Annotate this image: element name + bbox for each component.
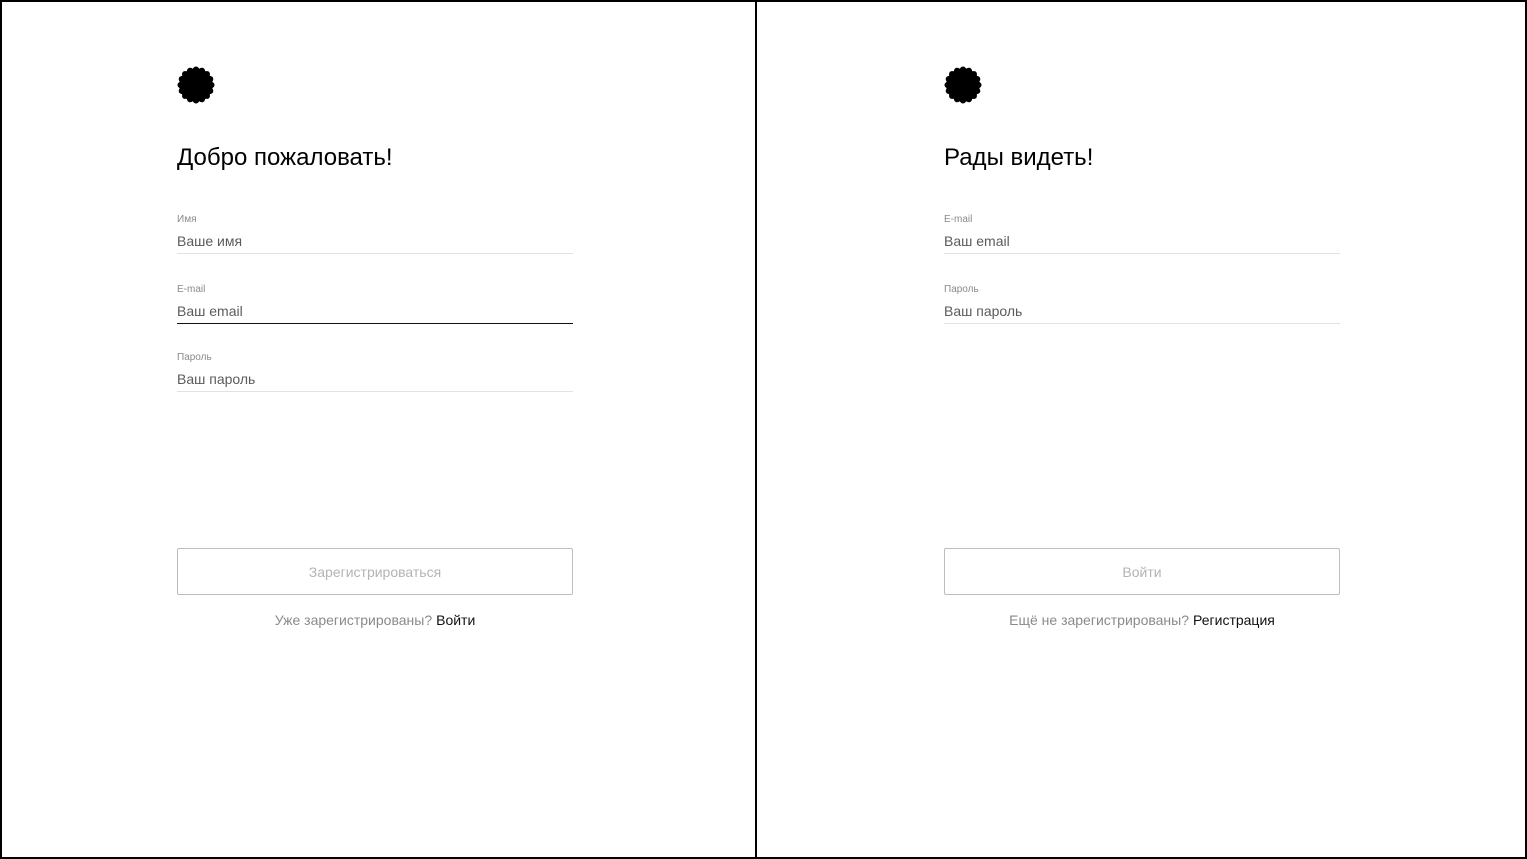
register-prompt-text: Ещё не зарегистрированы? — [1009, 612, 1190, 628]
password-field-label: Пароль — [177, 352, 212, 363]
name-field: Имя — [177, 214, 573, 260]
password-field-label: Пароль — [944, 284, 979, 295]
name-field-label: Имя — [177, 214, 197, 225]
login-prompt: Уже зарегистрированы? Войти — [177, 612, 573, 628]
email-input[interactable] — [944, 228, 1340, 254]
register-panel: Добро пожаловать! Имя E-mail Пароль Заре… — [2, 2, 757, 857]
app-frame: Добро пожаловать! Имя E-mail Пароль Заре… — [0, 0, 1527, 859]
register-link[interactable]: Регистрация — [1193, 612, 1275, 628]
email-field: E-mail — [177, 284, 573, 330]
register-title: Добро пожаловать! — [177, 144, 393, 171]
logo-icon[interactable] — [177, 66, 215, 104]
login-link[interactable]: Войти — [436, 612, 475, 628]
password-field: Пароль — [177, 352, 573, 398]
register-prompt: Ещё не зарегистрированы? Регистрация — [944, 612, 1340, 628]
login-prompt-text: Уже зарегистрированы? — [274, 612, 433, 628]
password-input[interactable] — [944, 298, 1340, 324]
login-panel: Рады видеть! E-mail Пароль Войти Ещё не … — [757, 2, 1525, 857]
email-field-label: E-mail — [944, 214, 973, 225]
login-title: Рады видеть! — [944, 144, 1094, 171]
password-input[interactable] — [177, 366, 573, 392]
email-field-label: E-mail — [177, 284, 206, 295]
email-input[interactable] — [177, 298, 573, 324]
password-field: Пароль — [944, 284, 1340, 330]
name-input[interactable] — [177, 228, 573, 254]
logo-icon[interactable] — [944, 66, 982, 104]
login-button[interactable]: Войти — [944, 548, 1340, 595]
register-button[interactable]: Зарегистрироваться — [177, 548, 573, 595]
email-field: E-mail — [944, 214, 1340, 260]
